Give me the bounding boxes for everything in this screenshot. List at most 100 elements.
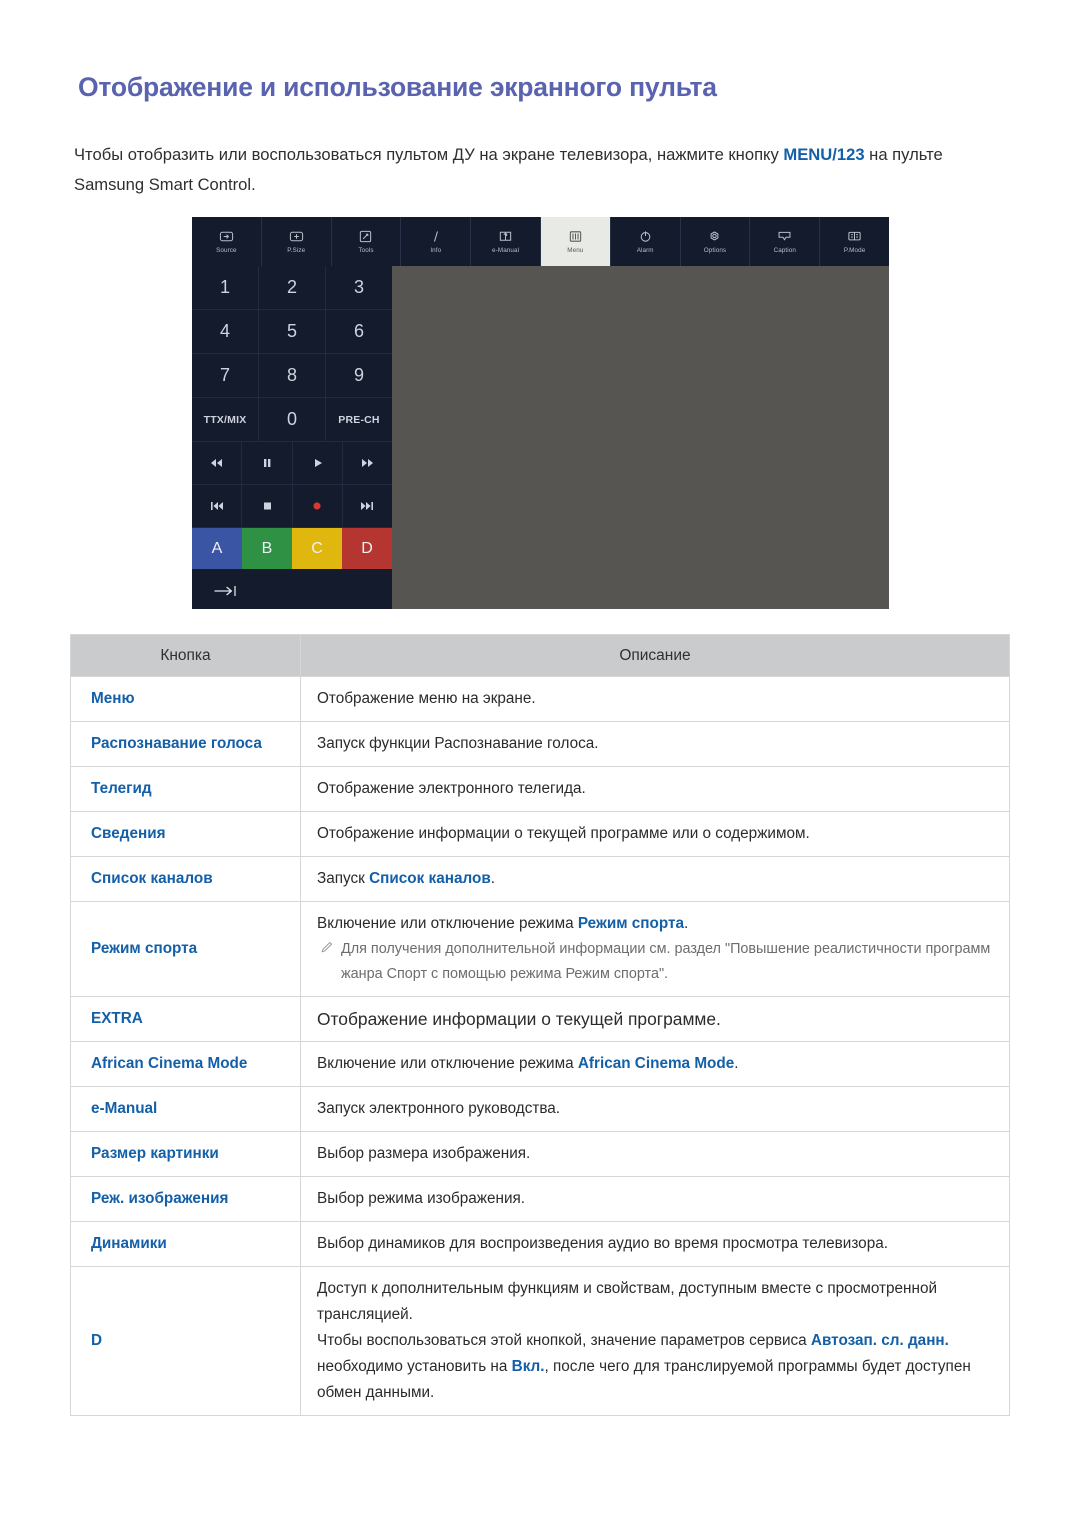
remote-toolbar-caption[interactable]: Caption — [750, 217, 821, 266]
keypad-key-4[interactable]: 4 — [192, 310, 259, 354]
description-text: Выбор режима изображения. — [317, 1190, 526, 1207]
manual-page: Отображение и использование экранного пу… — [0, 0, 1080, 1527]
caption-icon — [776, 229, 793, 244]
skip-back-icon[interactable] — [192, 485, 243, 528]
source-icon — [218, 229, 235, 244]
table-row: Список каналов Запуск Список каналов. — [70, 856, 1010, 902]
table-row: e-Manual Запуск электронного руководства. — [70, 1086, 1010, 1132]
description-text: . — [490, 870, 495, 887]
description-text: Запуск функции Распознавание голоса. — [317, 735, 599, 752]
keypad-key-3[interactable]: 3 — [326, 266, 392, 310]
skip-forward-icon[interactable] — [342, 485, 392, 528]
remote-toolbar-e-manual[interactable]: e-Manual — [471, 217, 541, 266]
color-button-a[interactable]: A — [192, 528, 242, 569]
button-name-cell[interactable]: D — [70, 1266, 301, 1416]
keypad-row: 123 — [192, 266, 392, 310]
remote-toolbar-p-size[interactable]: P.Size — [262, 217, 332, 266]
remote-toolbar-label: Options — [703, 247, 727, 254]
keypad-key-8[interactable]: 8 — [259, 354, 326, 398]
keypad-key-7[interactable]: 7 — [192, 354, 259, 398]
keypad-key-ttx-mix[interactable]: TTX/MIX — [192, 398, 259, 442]
table-row: Меню Отображение меню на экране. — [70, 676, 1010, 722]
e-manual-icon — [497, 229, 514, 244]
description-text: Отображение меню на экране. — [317, 690, 536, 707]
remote-toolbar-menu[interactable]: Menu — [540, 217, 611, 266]
description-cell: Запуск Список каналов. — [300, 856, 1010, 902]
description-cell: Включение или отключение режима Режим сп… — [300, 901, 1010, 997]
button-name-cell[interactable]: Реж. изображения — [70, 1176, 301, 1222]
keypad-key-9[interactable]: 9 — [326, 354, 392, 398]
keypad-key-5[interactable]: 5 — [259, 310, 326, 354]
button-name-cell[interactable]: African Cinema Mode — [70, 1041, 301, 1087]
page-title: Отображение и использование экранного пу… — [78, 72, 717, 102]
remote-toolbar-label: Info — [430, 247, 442, 254]
button-name-cell[interactable]: Список каналов — [70, 856, 301, 902]
description-text: Запуск электронного руководства. — [317, 1100, 561, 1117]
remote-toolbar-p-mode[interactable]: P.Mode — [820, 217, 889, 266]
remote-toolbar-label: P.Size — [287, 247, 306, 254]
table-row: Сведения Отображение информации о текущей… — [70, 811, 1010, 857]
keypad-key-1[interactable]: 1 — [192, 266, 259, 310]
options-gear-icon — [706, 229, 723, 244]
remote-toolbar-alarm[interactable]: Alarm — [611, 217, 681, 266]
stop-icon[interactable] — [242, 485, 293, 528]
remote-toolbar-label: Source — [216, 247, 237, 254]
button-name-cell[interactable]: Сведения — [70, 811, 301, 857]
button-name-cell[interactable]: Режим спорта — [70, 901, 301, 997]
table-row: Телегид Отображение электронного телегида… — [70, 766, 1010, 812]
description-cell: Доступ к дополнительным функциям и свойс… — [300, 1266, 1010, 1416]
description-text: Отображение информации о текущей програм… — [317, 825, 810, 842]
button-name-cell[interactable]: e-Manual — [70, 1086, 301, 1132]
note-text: Для получения дополнительной информации … — [317, 937, 995, 987]
description-cell: Выбор размера изображения. — [300, 1131, 1010, 1177]
remote-toolbar-label: P.Mode — [843, 247, 866, 254]
button-name-cell[interactable]: Меню — [70, 676, 301, 722]
description-cell: Отображение меню на экране. — [300, 676, 1010, 722]
keypad-key-pre-ch[interactable]: PRE-CH — [326, 398, 392, 442]
header-description: Описание — [300, 634, 1010, 677]
menu-icon — [567, 229, 584, 244]
play-icon[interactable] — [292, 442, 343, 485]
description-text: Запуск — [317, 870, 370, 887]
inline-link[interactable]: Автозап. сл. данн. — [811, 1332, 949, 1349]
color-button-b[interactable]: B — [242, 528, 292, 569]
inline-link[interactable]: Вкл. — [512, 1358, 545, 1375]
button-description-table: Кнопка Описание Меню Отображение меню на … — [70, 634, 1010, 1416]
button-name-cell[interactable]: EXTRA — [70, 996, 301, 1042]
inline-link[interactable]: Режим спорта — [578, 915, 684, 932]
remote-toolbar-label: e-Manual — [492, 247, 520, 254]
media-row-1 — [192, 442, 392, 485]
pause-icon[interactable] — [242, 442, 293, 485]
rewind-icon[interactable] — [192, 442, 243, 485]
record-icon[interactable] — [292, 485, 343, 528]
button-name-cell[interactable]: Динамики — [70, 1221, 301, 1267]
remote-toolbar-tools[interactable]: Tools — [332, 217, 402, 266]
inline-link[interactable]: Список каналов — [369, 870, 491, 887]
inline-link[interactable]: African Cinema Mode — [578, 1055, 734, 1072]
header-button: Кнопка — [70, 634, 301, 677]
remote-toolbar: Source P.Size Tools Info e-Manual Menu Alarm Op… — [192, 217, 889, 266]
jump-to-icon[interactable] — [212, 584, 242, 598]
media-row-2 — [192, 485, 392, 528]
keypad-key-0[interactable]: 0 — [259, 398, 326, 442]
fast-forward-icon[interactable] — [342, 442, 392, 485]
remote-toolbar-info[interactable]: Info — [401, 217, 472, 266]
color-button-d[interactable]: D — [342, 528, 392, 569]
button-name-cell[interactable]: Размер картинки — [70, 1131, 301, 1177]
picture-size-icon — [288, 229, 305, 244]
intro-paragraph: Чтобы отобразить или воспользоваться пул… — [74, 140, 992, 200]
button-name-cell[interactable]: Распознавание голоса — [70, 721, 301, 767]
description-text: Доступ к дополнительным функциям и свойс… — [317, 1280, 937, 1323]
remote-toolbar-options[interactable]: Options — [681, 217, 751, 266]
description-text: Выбор размера изображения. — [317, 1145, 531, 1162]
table-row: Динамики Выбор динамиков для воспроизведе… — [70, 1221, 1010, 1267]
menu-123-link[interactable]: MENU/123 — [783, 145, 864, 164]
button-name-cell[interactable]: Телегид — [70, 766, 301, 812]
description-text: Включение или отключение режима — [317, 915, 578, 932]
table-row: Размер картинки Выбор размера изображения… — [70, 1131, 1010, 1177]
keypad-key-2[interactable]: 2 — [259, 266, 326, 310]
color-button-c[interactable]: C — [292, 528, 342, 569]
remote-toolbar-source[interactable]: Source — [192, 217, 262, 266]
description-cell: Выбор динамиков для воспроизведения ауди… — [300, 1221, 1010, 1267]
keypad-key-6[interactable]: 6 — [326, 310, 392, 354]
